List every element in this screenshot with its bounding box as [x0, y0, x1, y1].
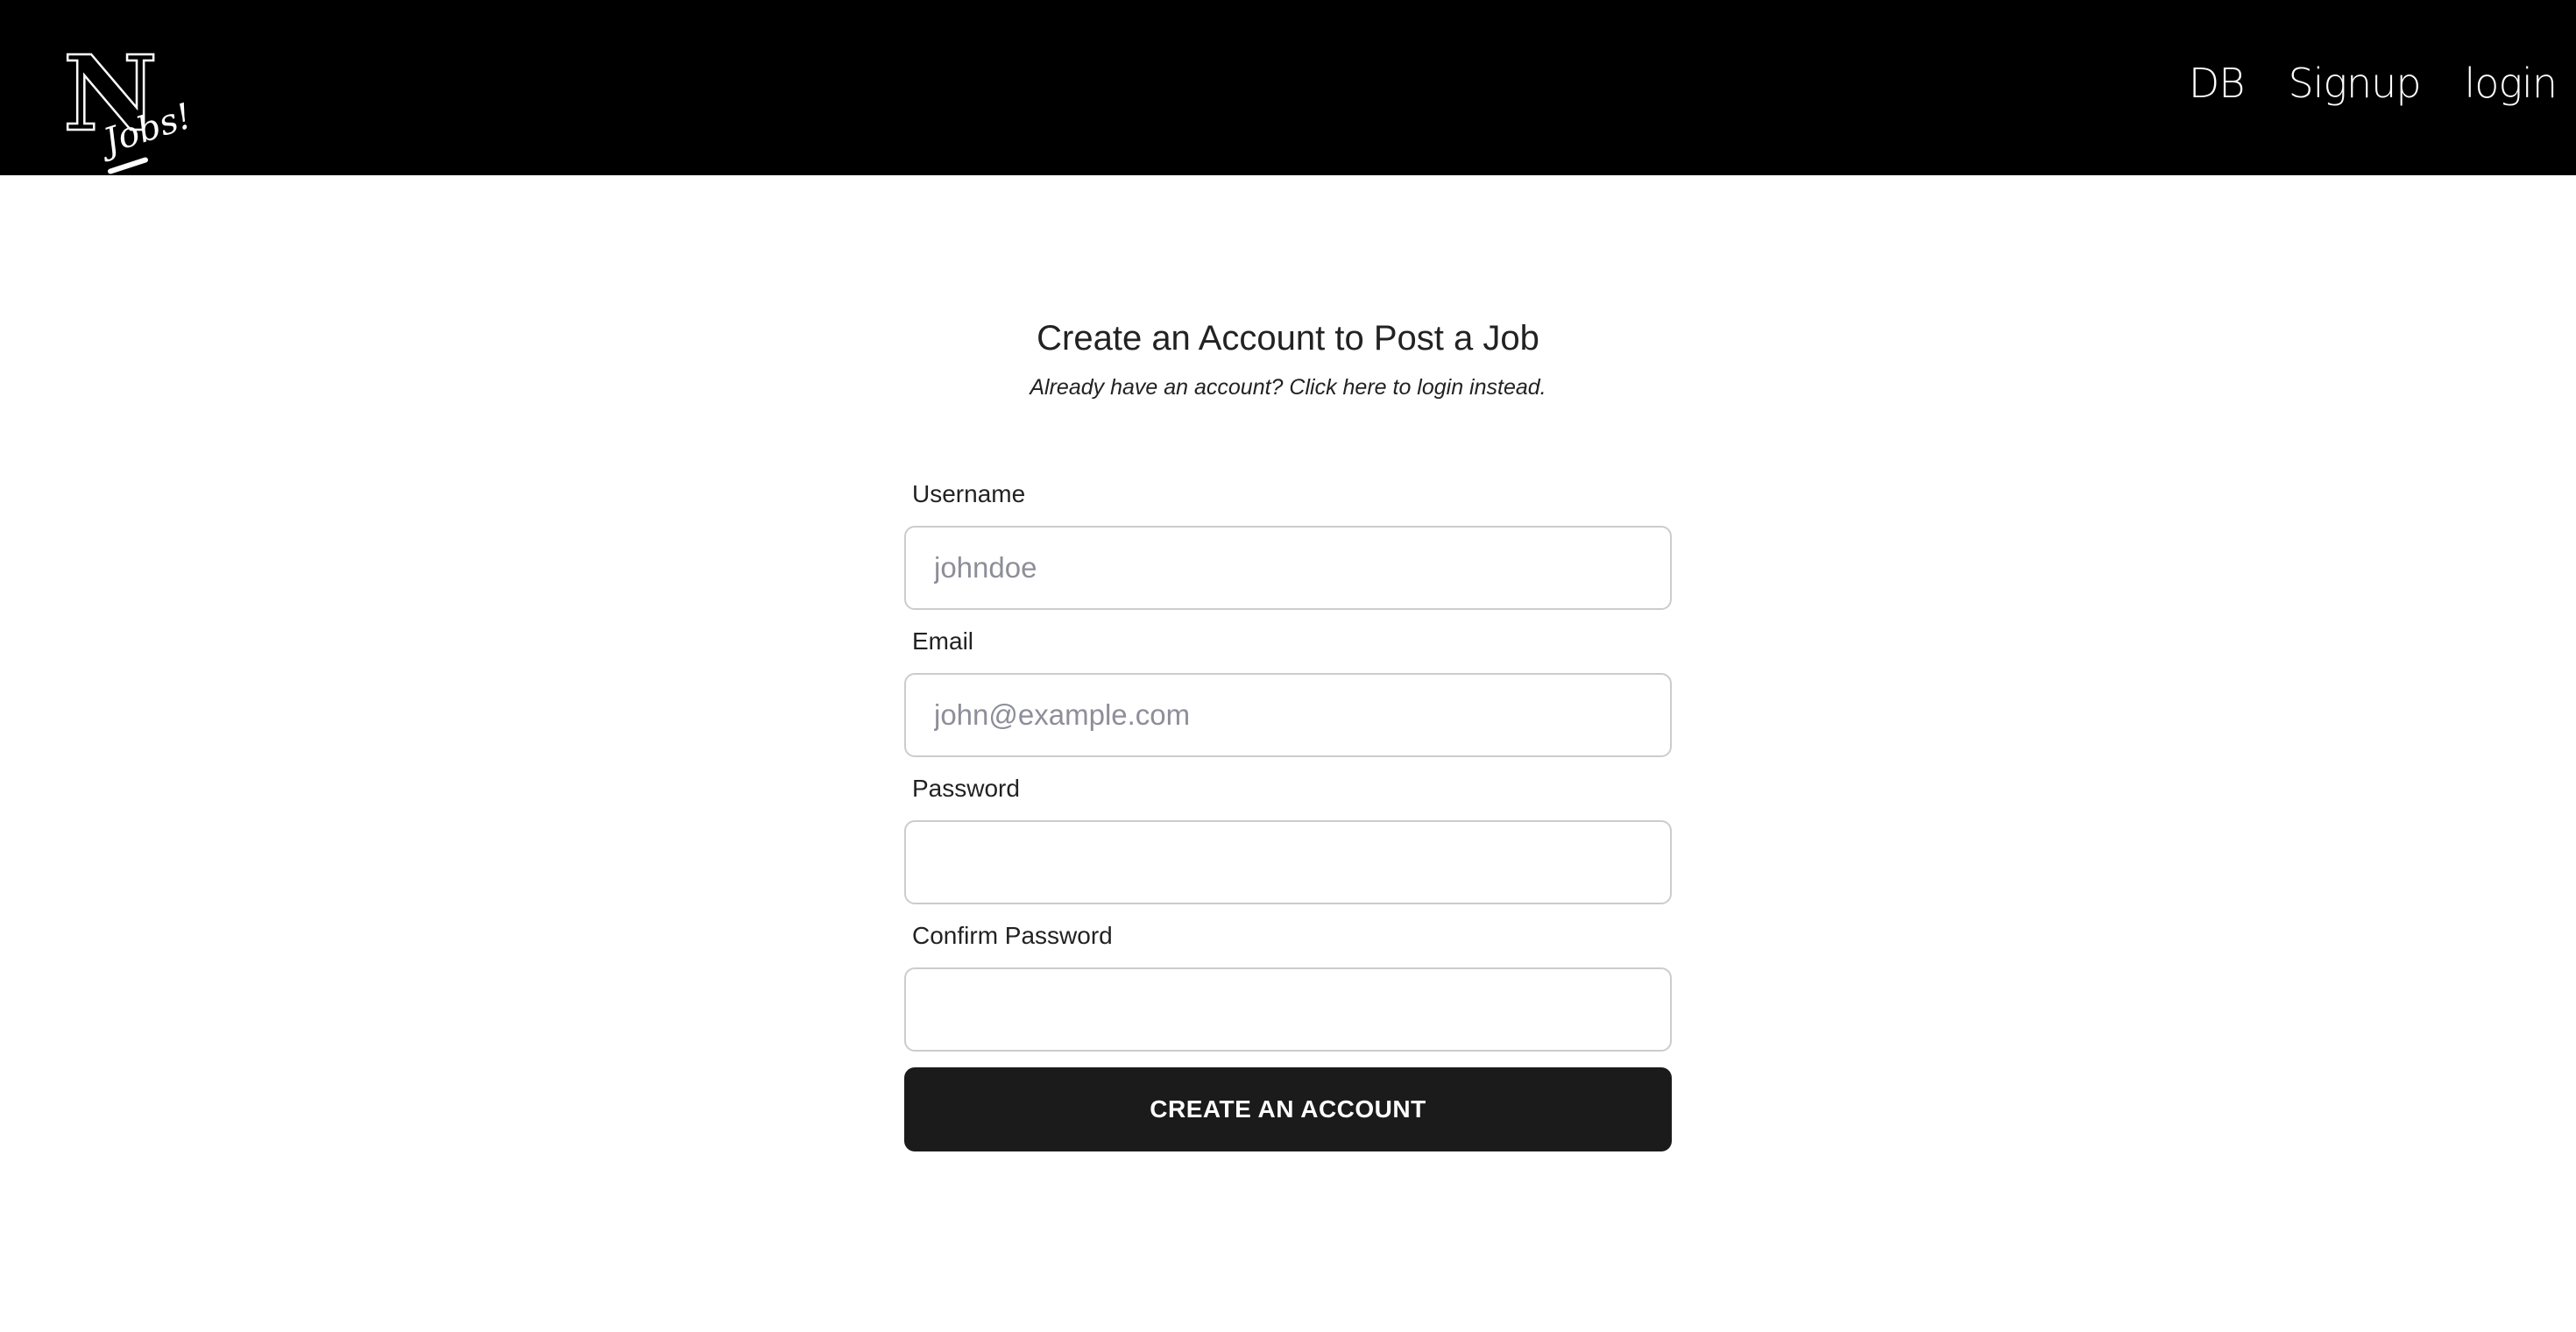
- nav-link-login[interactable]: login: [2465, 63, 2558, 103]
- email-input[interactable]: [904, 673, 1672, 757]
- nav-link-signup[interactable]: Signup: [2288, 63, 2421, 103]
- page-title: Create an Account to Post a Job: [1037, 319, 1539, 358]
- password-label: Password: [912, 775, 1020, 802]
- confirm-password-label: Confirm Password: [912, 922, 1113, 949]
- site-logo[interactable]: N Jobs!: [62, 40, 196, 175]
- main-nav: DB Signup login: [2189, 63, 2558, 103]
- username-label: Username: [912, 480, 1026, 507]
- email-label: Email: [912, 627, 974, 655]
- login-instead-link[interactable]: Already have an account? Click here to l…: [1030, 375, 1546, 400]
- username-input[interactable]: [904, 526, 1672, 610]
- signup-form: Username Email Password Confirm Password…: [904, 478, 1672, 1151]
- nav-link-db[interactable]: DB: [2189, 63, 2246, 103]
- create-account-button[interactable]: CREATE AN ACCOUNT: [904, 1067, 1672, 1151]
- login-instead-link-text[interactable]: Already have an account? Click here to l…: [0, 375, 2576, 400]
- site-header: N Jobs! DB Signup login: [0, 0, 2576, 175]
- password-input[interactable]: [904, 820, 1672, 904]
- confirm-password-input[interactable]: [904, 967, 1672, 1052]
